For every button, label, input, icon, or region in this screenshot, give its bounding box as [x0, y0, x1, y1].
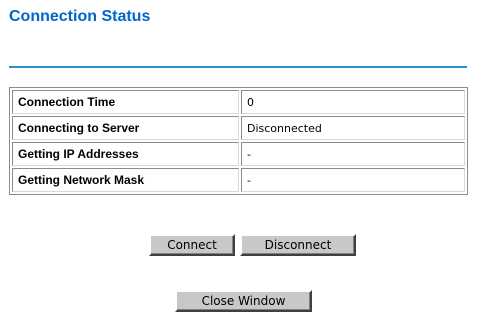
page-title: Connection Status	[9, 8, 151, 25]
getting-network-mask-label: Getting Network Mask	[12, 168, 239, 192]
close-window-button[interactable]: Close Window	[175, 290, 312, 312]
disconnect-button[interactable]: Disconnect	[240, 234, 356, 256]
table-row: Connecting to Server Disconnected	[12, 116, 465, 140]
connection-time-value: 0	[241, 90, 465, 114]
table-row: Getting IP Addresses -	[12, 142, 465, 166]
connection-status-table: Connection Time 0 Connecting to Server D…	[9, 87, 468, 195]
connecting-to-server-value: Disconnected	[241, 116, 465, 140]
connect-button[interactable]: Connect	[149, 234, 235, 256]
getting-network-mask-value: -	[241, 168, 465, 192]
getting-ip-addresses-label: Getting IP Addresses	[12, 142, 239, 166]
getting-ip-addresses-value: -	[241, 142, 465, 166]
connection-time-label: Connection Time	[12, 90, 239, 114]
table-row: Getting Network Mask -	[12, 168, 465, 192]
table-row: Connection Time 0	[12, 90, 465, 114]
connecting-to-server-label: Connecting to Server	[12, 116, 239, 140]
title-divider	[9, 66, 467, 68]
